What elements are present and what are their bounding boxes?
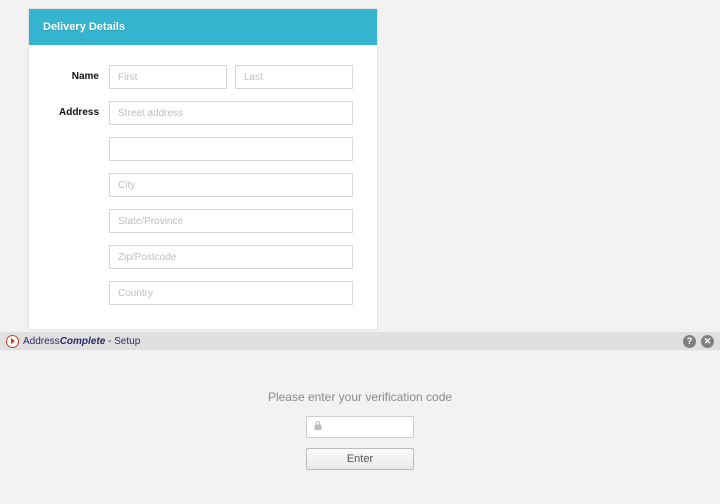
- zip-input[interactable]: [109, 245, 353, 269]
- brand-prefix: Address: [23, 336, 60, 347]
- brand-text: AddressComplete - Setup: [23, 336, 140, 347]
- street-address-input[interactable]: [109, 101, 353, 125]
- verification-code-input[interactable]: [306, 416, 414, 438]
- brand-setup: - Setup: [105, 336, 140, 347]
- help-icon[interactable]: ?: [683, 335, 696, 348]
- enter-button[interactable]: Enter: [306, 448, 414, 470]
- brand-logo-icon: [6, 335, 19, 348]
- close-icon[interactable]: ✕: [701, 335, 714, 348]
- name-label: Name: [53, 65, 109, 89]
- address-line2-input[interactable]: [109, 137, 353, 161]
- address-label: Address: [53, 101, 109, 125]
- verification-panel: Please enter your verification code Ente…: [0, 350, 720, 470]
- verification-prompt: Please enter your verification code: [0, 390, 720, 404]
- delivery-details-card: Delivery Details Name Address . .: [28, 8, 378, 330]
- card-title: Delivery Details: [29, 9, 377, 45]
- country-input[interactable]: [109, 281, 353, 305]
- setup-toolbar: AddressComplete - Setup ? ✕: [0, 332, 720, 350]
- first-name-input[interactable]: [109, 65, 227, 89]
- brand-bold: Complete: [60, 336, 106, 347]
- state-input[interactable]: [109, 209, 353, 233]
- last-name-input[interactable]: [235, 65, 353, 89]
- card-body: Name Address . . .: [29, 45, 377, 329]
- city-input[interactable]: [109, 173, 353, 197]
